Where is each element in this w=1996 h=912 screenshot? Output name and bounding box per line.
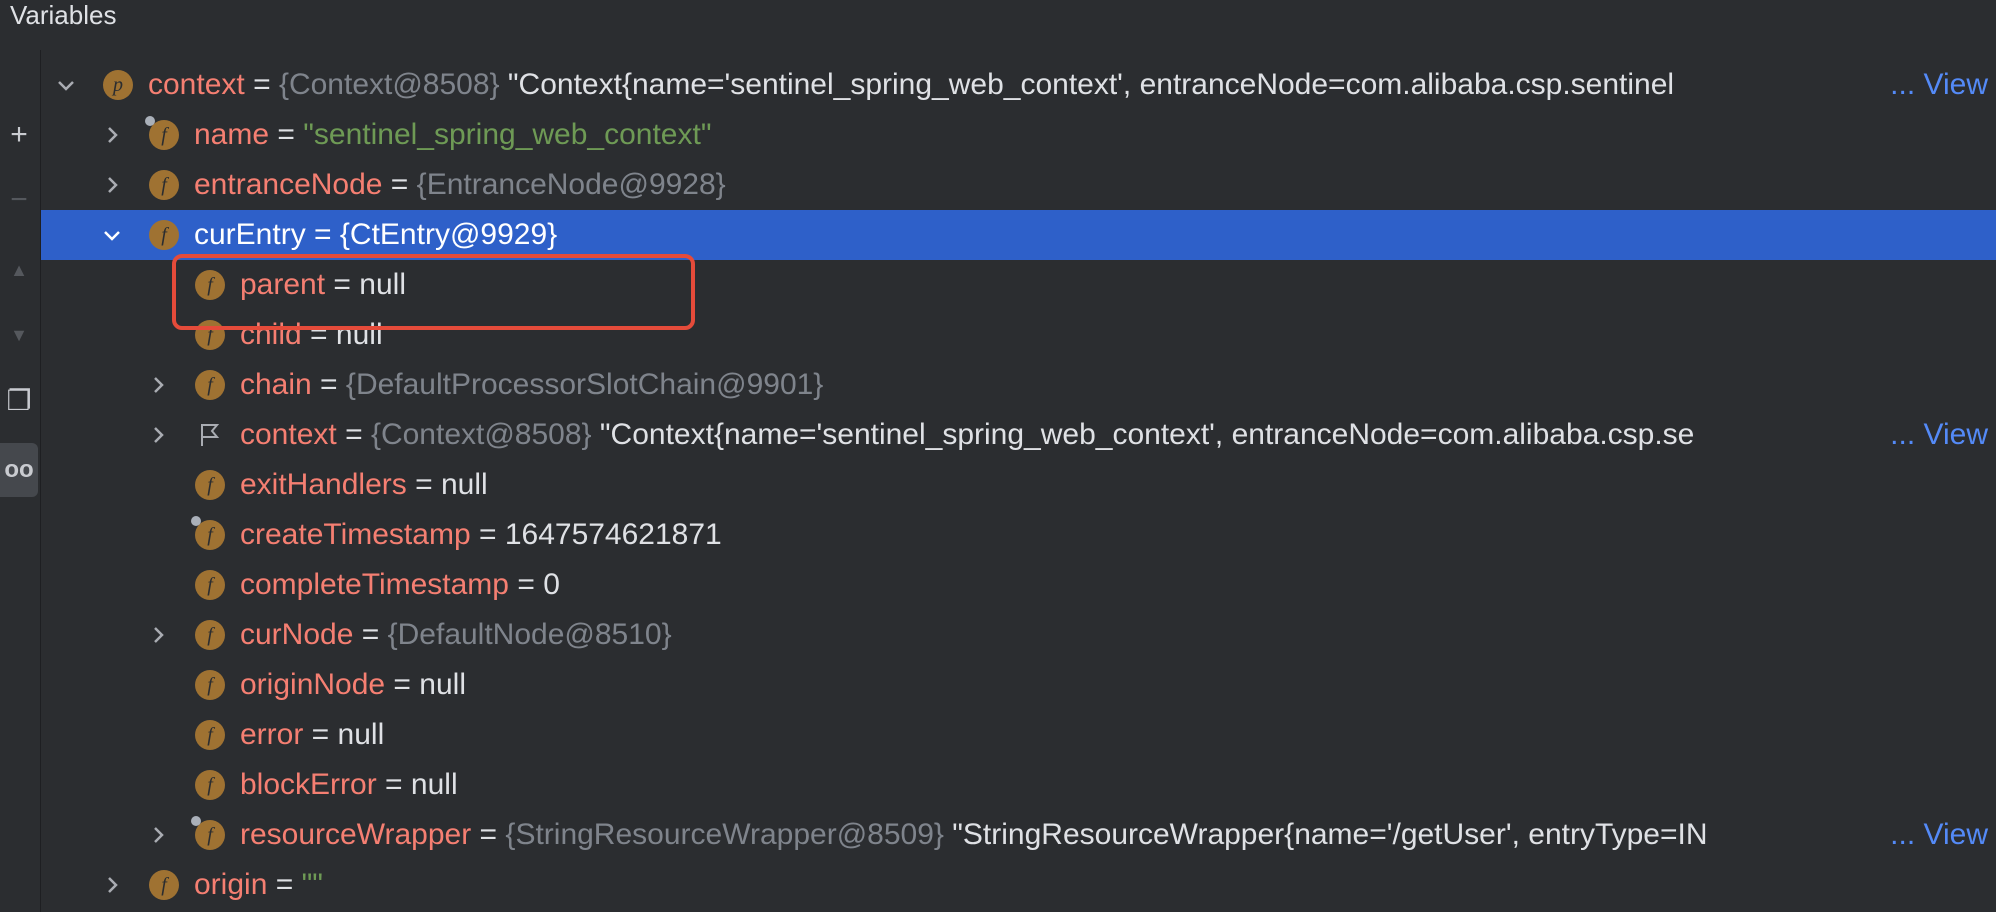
tree-row-blockError[interactable]: f blockError = null [41,760,1996,810]
var-name: name [194,118,270,151]
var-name: blockError [240,768,377,801]
var-name: context [240,418,337,451]
var-type: {StringResourceWrapper@8509} [505,818,944,851]
var-name: curEntry [194,218,306,251]
var-name: chain [240,368,312,401]
field-badge-icon: f [191,516,225,550]
field-badge-icon: f [149,220,179,250]
chevron-right-icon[interactable] [143,810,173,860]
var-value: {CtEntry@9929} [339,218,558,251]
var-name: origin [194,868,268,901]
var-name: originNode [240,668,386,701]
plus-icon[interactable]: + [0,115,38,155]
tree-row-context[interactable]: p context = {Context@8508} "Context{name… [41,60,1996,110]
field-badge-icon: f [149,870,179,900]
chevron-down-icon[interactable] [97,210,127,260]
tree-row-completeTimestamp[interactable]: f completeTimestamp = 0 [41,560,1996,610]
tree-row-chain[interactable]: f chain = {DefaultProcessorSlotChain@990… [41,360,1996,410]
chevron-right-icon[interactable] [143,610,173,660]
var-value: "" [301,868,323,901]
chevron-right-icon[interactable] [97,110,127,160]
glasses-icon[interactable]: oo [0,443,38,497]
var-value: "StringResourceWrapper{name='/getUser', … [952,818,1708,851]
var-value: 0 [543,568,560,601]
chevron-right-icon[interactable] [143,360,173,410]
var-value: null [337,718,385,751]
var-type: {Context@8508} [278,68,500,101]
flag-icon [201,424,220,446]
var-value: "Context{name='sentinel_spring_web_conte… [507,68,1675,101]
var-value: null [410,768,458,801]
var-value: null [440,468,488,501]
var-value: 1647574621871 [504,518,722,551]
tree-row-name[interactable]: f name = "sentinel_spring_web_context" [41,110,1996,160]
field-badge-icon: f [195,670,225,700]
view-more-link[interactable]: ... View [1890,60,1988,110]
field-badge-icon: f [195,720,225,750]
var-type: {DefaultNode@8510} [387,618,672,651]
var-type: {EntranceNode@9928} [416,168,726,201]
tree-row-originNode[interactable]: f originNode = null [41,660,1996,710]
variables-panel-header: Variables [0,0,1996,51]
field-badge-icon: f [145,116,179,150]
view-more-link[interactable]: ... View [1890,810,1988,860]
field-badge-icon: f [195,370,225,400]
field-badge-icon: f [195,770,225,800]
panel-title: Variables [10,0,117,30]
var-type: {Context@8508} [370,418,592,451]
var-name: exitHandlers [240,468,407,501]
field-badge-icon: f [195,570,225,600]
debugger-side-toolbar: + − ▲ ▼ ❐ oo [0,50,41,912]
tree-row-error[interactable]: f error = null [41,710,1996,760]
var-value: "Context{name='sentinel_spring_web_conte… [599,418,1695,451]
tree-row-curNode[interactable]: f curNode = {DefaultNode@8510} [41,610,1996,660]
tree-row-exitHandlers[interactable]: f exitHandlers = null [41,460,1996,510]
chevron-right-icon[interactable] [143,410,173,460]
arrow-down-icon[interactable]: ▼ [0,315,38,355]
tree-row-resourceWrapper[interactable]: f resourceWrapper = {StringResourceWrapp… [41,810,1996,860]
var-name: entranceNode [194,168,383,201]
property-badge-icon: p [103,70,133,100]
var-name: resourceWrapper [240,818,472,851]
var-name: error [240,718,304,751]
chevron-right-icon[interactable] [97,160,127,210]
tree-row-context-ref[interactable]: context = {Context@8508} "Context{name='… [41,410,1996,460]
annotation-highlight-box [172,254,695,330]
view-more-link[interactable]: ... View [1890,410,1988,460]
var-value: "sentinel_spring_web_context" [303,118,712,151]
var-name: completeTimestamp [240,568,509,601]
field-badge-icon: f [149,170,179,200]
arrow-up-icon[interactable]: ▲ [0,250,38,290]
variables-tree: p context = {Context@8508} "Context{name… [41,50,1996,912]
var-type: {DefaultProcessorSlotChain@9901} [345,368,824,401]
var-name: createTimestamp [240,518,471,551]
minus-icon[interactable]: − [0,180,38,220]
field-badge-icon: f [195,620,225,650]
chevron-down-icon[interactable] [51,60,81,110]
var-name: context [148,68,245,101]
field-badge-icon: f [195,470,225,500]
var-value: null [419,668,466,701]
tree-row-curEntry[interactable]: f curEntry = {CtEntry@9929} [41,210,1996,260]
chevron-right-icon[interactable] [97,860,127,910]
var-name: curNode [240,618,354,651]
tree-row-entranceNode[interactable]: f entranceNode = {EntranceNode@9928} [41,160,1996,210]
tree-row-origin[interactable]: f origin = "" [41,860,1996,910]
field-badge-icon: f [191,816,225,850]
tree-row-createTimestamp[interactable]: f createTimestamp = 1647574621871 [41,510,1996,560]
copy-icon[interactable]: ❐ [0,380,38,420]
